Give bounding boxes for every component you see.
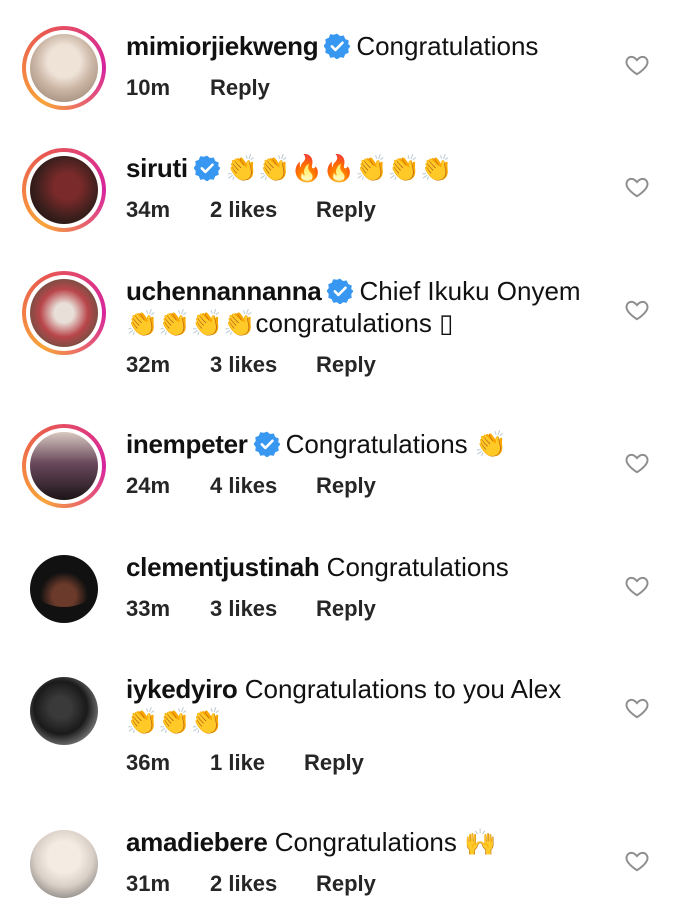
avatar[interactable] [22,424,106,508]
comment-emoji: 👏👏🔥🔥👏👏👏 [225,154,453,184]
verified-badge-icon [327,278,353,304]
verified-badge-icon [324,33,350,59]
like-count[interactable]: 2 likes [210,197,316,223]
comment-text: Congratulations [326,552,509,582]
username[interactable]: inempeter [126,429,248,459]
username[interactable]: amadiebere [126,827,268,857]
reply-button[interactable]: Reply [316,352,376,378]
username[interactable]: clementjustinah [126,552,320,582]
like-count[interactable]: 2 likes [210,871,316,897]
comment-text: Congratulations to you Alex [244,674,562,704]
reply-button[interactable]: Reply [316,473,376,499]
comment-time: 31m [126,871,171,896]
username[interactable]: siruti [126,153,188,183]
avatar[interactable] [22,26,106,110]
avatar[interactable] [22,669,106,753]
comment-text: Congratulations [356,31,539,61]
comment-emoji: 🙌 [464,828,497,858]
like-count[interactable]: 1 like [210,750,304,776]
comment-time: 32m [126,352,171,377]
comment-text: Congratulations [274,827,457,857]
comment-emoji: 👏👏👏👏 [126,309,256,339]
avatar[interactable] [22,547,106,631]
comment-text: Chief Ikuku Onyem [359,276,581,306]
avatar[interactable] [22,148,106,232]
like-count[interactable]: 4 likes [210,473,316,499]
comment-emoji: 👏 [474,430,508,460]
username[interactable]: iykedyiro [126,674,238,704]
comment-time: 34m [126,197,171,222]
like-heart-icon[interactable] [624,848,650,874]
avatar[interactable] [22,822,106,906]
comment-text: Congratulations [285,429,468,459]
reply-button[interactable]: Reply [210,75,270,101]
reply-button[interactable]: Reply [304,750,364,776]
like-count[interactable]: 3 likes [210,352,316,378]
like-heart-icon[interactable] [624,52,650,78]
like-heart-icon[interactable] [624,695,650,721]
username[interactable]: uchennannanna [126,276,322,306]
verified-badge-icon [254,431,280,457]
reply-button[interactable]: Reply [316,197,376,223]
comment-time: 33m [126,596,171,621]
comment-text-continued: congratulations ▯ [255,308,454,338]
like-heart-icon[interactable] [624,450,650,476]
reply-button[interactable]: Reply [316,596,376,622]
like-count[interactable]: 3 likes [210,596,316,622]
verified-badge-icon [194,155,220,181]
reply-button[interactable]: Reply [316,871,376,897]
like-heart-icon[interactable] [624,573,650,599]
like-heart-icon[interactable] [624,174,650,200]
comment-time: 36m [126,750,171,775]
comment-emoji: 👏👏👏 [126,707,224,737]
comment-time: 24m [126,473,171,498]
username[interactable]: mimiorjiekweng [126,31,319,61]
avatar[interactable] [22,271,106,355]
like-heart-icon[interactable] [624,297,650,323]
comment-time: 10m [126,75,171,100]
